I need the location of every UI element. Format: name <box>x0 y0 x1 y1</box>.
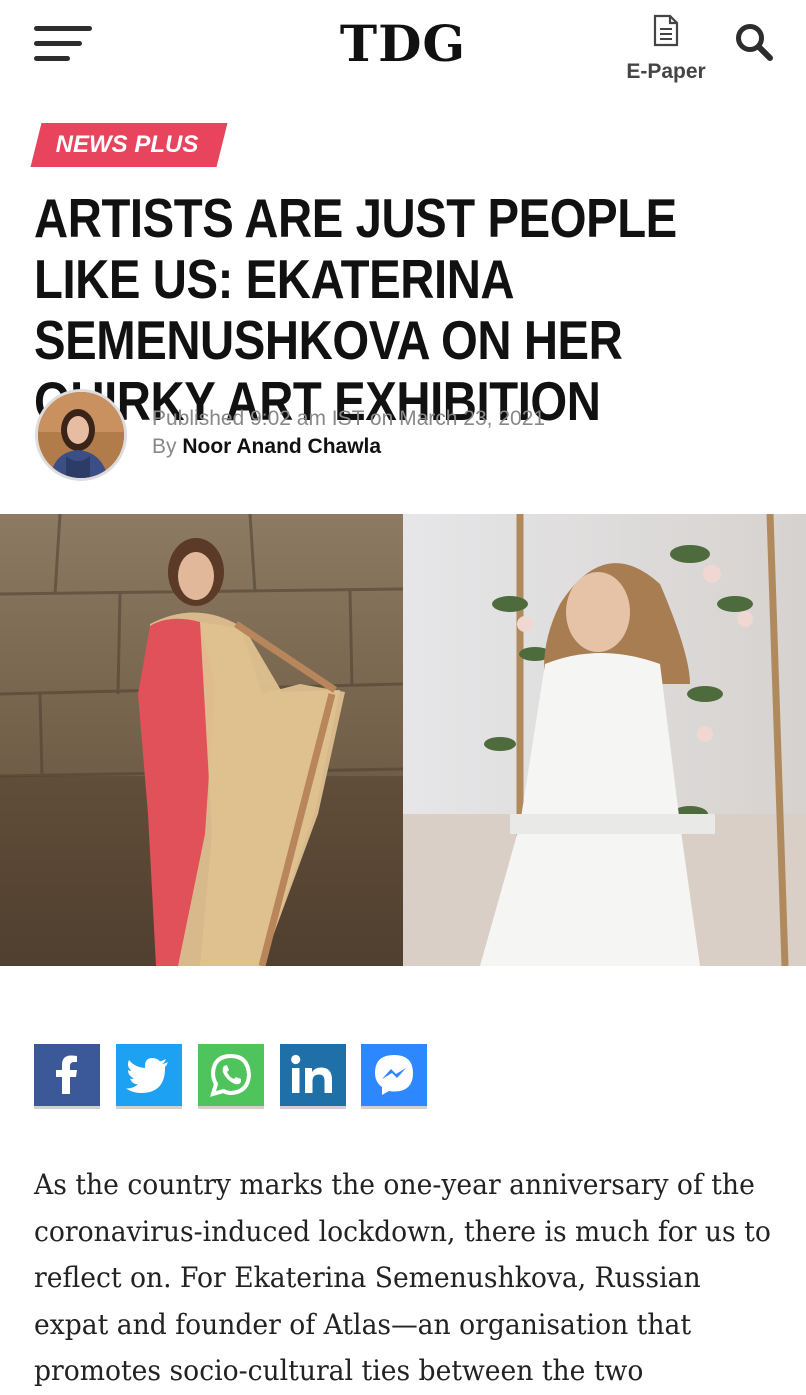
twitter-icon <box>126 1058 168 1093</box>
article-body-intro: As the country marks the one-year annive… <box>34 1162 771 1395</box>
share-whatsapp-button[interactable] <box>198 1044 264 1106</box>
article-meta: Published 9:02 am IST on March 23, 2021 … <box>152 405 545 461</box>
headline-text: ARTISTS ARE JUST PEOPLE LIKE US: EKATERI… <box>34 187 677 432</box>
hero-image <box>0 513 806 967</box>
author-line: By Noor Anand Chawla <box>152 433 545 461</box>
author-name[interactable]: Noor Anand Chawla <box>182 435 381 458</box>
published-time: 9:02 am IST <box>250 407 365 430</box>
article-headline: ARTISTS ARE JUST PEOPLE LIKE US: EKATERI… <box>34 188 679 432</box>
search-icon[interactable] <box>734 22 774 62</box>
author-avatar[interactable] <box>35 389 127 481</box>
published-on: on <box>364 407 400 430</box>
share-facebook-button[interactable] <box>34 1044 100 1106</box>
whatsapp-icon <box>210 1053 252 1097</box>
site-header: TDG E-Paper <box>0 0 806 100</box>
hamburger-menu-icon[interactable] <box>34 26 92 62</box>
epaper-label: E-Paper <box>626 60 706 83</box>
published-prefix: Published <box>152 407 251 430</box>
published-date: March 23, 2021 <box>399 407 546 430</box>
facebook-icon <box>56 1055 77 1094</box>
messenger-icon <box>375 1055 413 1095</box>
share-twitter-button[interactable] <box>116 1044 182 1106</box>
published-line: Published 9:02 am IST on March 23, 2021 <box>152 405 545 433</box>
epaper-link[interactable]: E-Paper <box>618 12 714 88</box>
body-text: As the country marks the one-year annive… <box>34 1168 771 1387</box>
share-linkedin-button[interactable] <box>280 1044 346 1106</box>
document-icon <box>653 14 679 47</box>
linkedin-icon <box>291 1054 332 1093</box>
category-tag[interactable]: NEWS PLUS <box>34 123 220 167</box>
by-prefix: By <box>152 435 183 458</box>
share-messenger-button[interactable] <box>361 1044 427 1106</box>
